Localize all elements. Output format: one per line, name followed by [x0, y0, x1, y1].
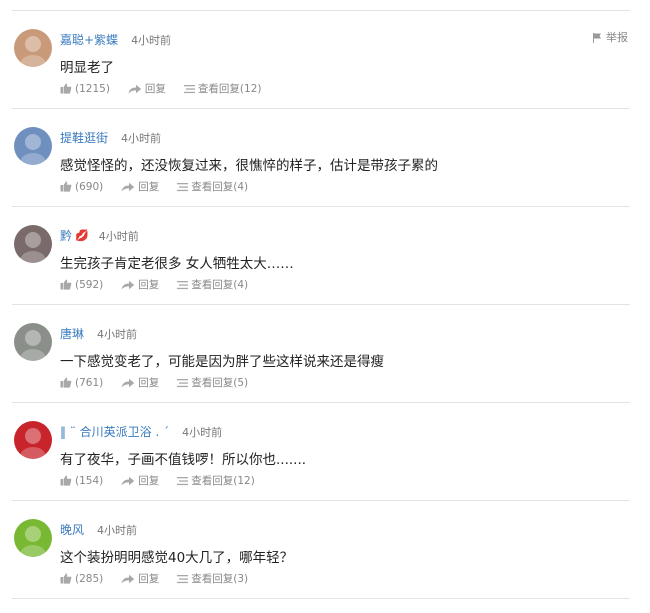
thumbs-up-icon: [60, 181, 72, 192]
list-icon: [177, 378, 189, 387]
thumbs-up-icon: [60, 83, 72, 94]
comment-meta: 嘉聪+紫蝶 4小时前: [60, 31, 171, 48]
reply-label: 回复: [138, 181, 160, 193]
username-link[interactable]: 提鞋逛街: [60, 129, 108, 146]
username-link[interactable]: 嘉聪+紫蝶: [60, 31, 118, 48]
like-count: (592): [75, 278, 104, 291]
comment-actions: (761) 回复 查看回复(5): [60, 375, 266, 390]
user-badge: 💋: [75, 229, 89, 242]
view-replies-label: 查看回复(12): [197, 83, 262, 95]
comment-item: 晚风 4小时前 这个装扮明明感觉40大几了，哪年轻？ (285) 回复 查看回复…: [12, 501, 630, 599]
list-icon: [177, 280, 189, 289]
list-icon: [183, 84, 195, 93]
reply-arrow-icon: [121, 280, 135, 289]
view-replies-label: 查看回复(4): [191, 181, 249, 193]
comment-meta: ‖ ¨ 合川英派卫浴 . ˊ 4小时前: [60, 423, 222, 440]
thumbs-up-icon: [60, 475, 72, 486]
comment-text: 这个装扮明明感觉40大几了，哪年轻？: [60, 550, 294, 566]
comment-meta: 唐琳 4小时前: [60, 325, 137, 342]
username-link[interactable]: 黔: [60, 227, 72, 244]
reply-label: 回复: [144, 83, 166, 95]
like-count: (761): [75, 376, 104, 389]
comment-item: 黔 💋 4小时前 生完孩子肯定老很多 女人牺牲太大…… (592) 回复 查看回…: [12, 207, 630, 305]
like-button[interactable]: (761): [60, 377, 103, 389]
timestamp: 4小时前: [97, 327, 138, 341]
comment-item: 唐琳 4小时前 一下感觉变老了，可能是因为胖了些这样说来还是得瘦 (761) 回…: [12, 305, 630, 403]
like-button[interactable]: (592): [60, 279, 103, 291]
reply-label: 回复: [138, 377, 160, 389]
reply-arrow-icon: [121, 378, 135, 387]
view-replies-label: 查看回复(3): [191, 573, 249, 585]
reply-button[interactable]: 回复: [121, 473, 159, 488]
view-replies-button[interactable]: 查看回复(3): [177, 571, 248, 586]
like-count: (154): [75, 474, 104, 487]
comment-list: 嘉聪+紫蝶 4小时前 明显老了 (1215) 回复 查看回复(12) 提鞋逛街 …: [12, 11, 630, 599]
thumbs-up-icon: [60, 573, 72, 584]
comment-text: 生完孩子肯定老很多 女人牺牲太大……: [60, 256, 294, 272]
reply-button[interactable]: 回复: [121, 277, 159, 292]
view-replies-button[interactable]: 查看回复(4): [177, 277, 248, 292]
view-replies-label: 查看回复(4): [191, 279, 249, 291]
like-button[interactable]: (154): [60, 475, 103, 487]
avatar[interactable]: [14, 421, 52, 459]
comment-meta: 提鞋逛街 4小时前: [60, 129, 161, 146]
view-replies-button[interactable]: 查看回复(5): [177, 375, 248, 390]
comment-meta: 晚风 4小时前: [60, 521, 137, 538]
list-icon: [177, 182, 189, 191]
thumbs-up-icon: [60, 279, 72, 290]
reply-label: 回复: [138, 475, 160, 487]
view-replies-button[interactable]: 查看回复(4): [177, 179, 248, 194]
reply-button[interactable]: 回复: [121, 571, 159, 586]
username-link[interactable]: 唐琳: [60, 325, 84, 342]
reply-button[interactable]: 回复: [128, 81, 166, 96]
reply-arrow-icon: [121, 476, 135, 485]
comment-actions: (154) 回复 查看回复(12): [60, 473, 273, 488]
timestamp: 4小时前: [131, 33, 172, 47]
avatar[interactable]: [14, 127, 52, 165]
view-replies-button[interactable]: 查看回复(12): [177, 473, 255, 488]
list-icon: [177, 574, 189, 583]
comment-text: 明显老了: [60, 60, 114, 76]
view-replies-label: 查看回复(12): [191, 475, 255, 487]
reply-arrow-icon: [121, 574, 135, 583]
timestamp: 4小时前: [97, 523, 138, 537]
timestamp: 4小时前: [121, 131, 162, 145]
like-button[interactable]: (285): [60, 573, 103, 585]
like-count: (690): [75, 180, 104, 193]
timestamp: 4小时前: [182, 425, 223, 439]
thumbs-up-icon: [60, 377, 72, 388]
reply-label: 回复: [138, 279, 160, 291]
comment-item: ‖ ¨ 合川英派卫浴 . ˊ 4小时前 有了夜华，子画不值钱啰！所以你也....…: [12, 403, 630, 501]
like-count: (285): [75, 572, 104, 585]
comment-actions: (1215) 回复 查看回复(12): [60, 81, 279, 96]
username-link[interactable]: ‖ ¨ 合川英派卫浴 . ˊ: [60, 423, 169, 440]
reply-button[interactable]: 回复: [121, 375, 159, 390]
view-replies-button[interactable]: 查看回复(12): [183, 81, 262, 96]
avatar[interactable]: [14, 29, 52, 67]
reply-arrow-icon: [128, 84, 142, 93]
comment-actions: (592) 回复 查看回复(4): [60, 277, 266, 292]
avatar[interactable]: [14, 323, 52, 361]
avatar[interactable]: [14, 225, 52, 263]
like-button[interactable]: (690): [60, 181, 103, 193]
comment-text: 有了夜华，子画不值钱啰！所以你也.......: [60, 452, 307, 468]
view-replies-label: 查看回复(5): [191, 377, 249, 389]
comment-item: 提鞋逛街 4小时前 感觉怪怪的，还没恢复过来，很憔悴的样子，估计是带孩子累的 (…: [12, 109, 630, 207]
username-link[interactable]: 晚风: [60, 521, 84, 538]
like-button[interactable]: (1215): [60, 83, 110, 95]
comment-meta: 黔 💋 4小时前: [60, 227, 139, 244]
comment-actions: (285) 回复 查看回复(3): [60, 571, 266, 586]
reply-button[interactable]: 回复: [121, 179, 159, 194]
list-icon: [177, 476, 189, 485]
comment-item: 嘉聪+紫蝶 4小时前 明显老了 (1215) 回复 查看回复(12): [12, 11, 630, 109]
avatar[interactable]: [14, 519, 52, 557]
comment-text: 感觉怪怪的，还没恢复过来，很憔悴的样子，估计是带孩子累的: [60, 158, 438, 174]
comment-text: 一下感觉变老了，可能是因为胖了些这样说来还是得瘦: [60, 354, 384, 370]
like-count: (1215): [75, 82, 110, 95]
comment-actions: (690) 回复 查看回复(4): [60, 179, 266, 194]
reply-arrow-icon: [121, 182, 135, 191]
timestamp: 4小时前: [98, 229, 139, 243]
reply-label: 回复: [138, 573, 160, 585]
